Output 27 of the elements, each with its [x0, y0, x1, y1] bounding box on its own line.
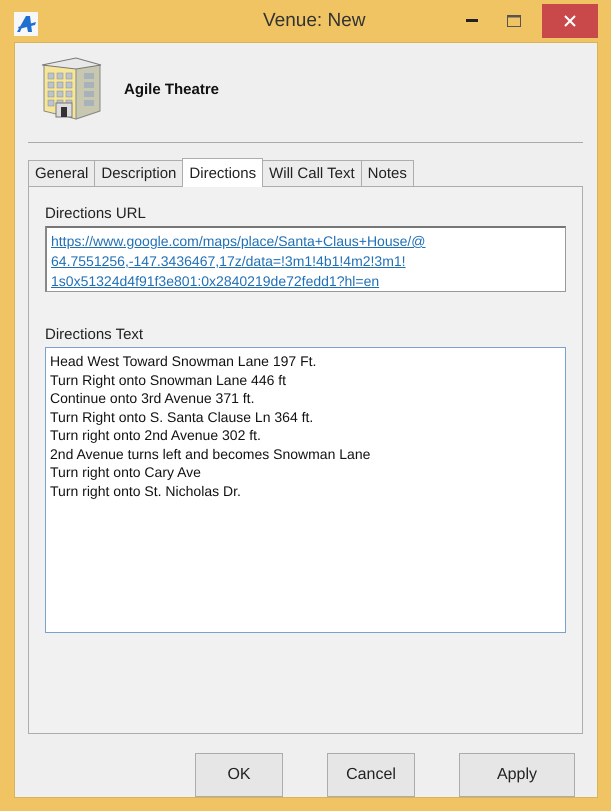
building-icon	[40, 55, 102, 121]
url-link[interactable]: https://www.google.com/maps/place/Santa+Claus+House/@ 64.7551256,-147.3436467,17z/data=!3m1!4b1!4m2!3m1! 1s0x51324d4f91f3e801:0x2840219de72fedd1?hl=en	[51, 231, 426, 291]
tab[interactable]: Directions	[182, 158, 264, 187]
app-logo-icon	[14, 12, 38, 36]
text-line: Turn Right onto Snowman Lane 446 ft	[50, 370, 288, 389]
field-label: Directions URL	[45, 205, 147, 222]
text-line: Turn right onto St. Nicholas Dr.	[50, 482, 242, 500]
url-field[interactable]: https://www.google.com/maps/place/Santa+Claus+House/@ 64.7551256,-147.3436467,17z/data=!3m1!4b1!4m2!3m1! 1s0x51324d4f91f3e801:0x2840219de72fedd1?hl=en	[45, 226, 566, 292]
directions-text-field[interactable]	[45, 347, 566, 633]
text-line: 2nd Avenue turns left and becomes Snowman Lane	[50, 444, 372, 463]
field-label: Directions Text	[45, 326, 144, 343]
tab[interactable]: Notes	[360, 160, 414, 186]
text-line: Head West Toward Snowman Lane 197 Ft.	[50, 352, 318, 370]
text-line: Turn right onto 2nd Avenue 302 ft.	[50, 426, 262, 444]
text-line: Continue onto 3rd Avenue 371 ft.	[50, 389, 256, 408]
cancel-button[interactable]: Cancel	[327, 753, 415, 797]
ok-button[interactable]: OK	[195, 753, 283, 797]
minimize-icon	[466, 19, 478, 23]
text-line: Turn right onto Cary Ave	[50, 463, 202, 482]
tab[interactable]: General	[28, 160, 96, 186]
maximize-icon	[507, 15, 521, 27]
window-title: Venue: New	[263, 10, 366, 32]
text-line: Turn Right onto S. Santa Clause Ln 364 ft.	[50, 408, 314, 426]
close-icon	[564, 15, 576, 27]
venue-name: Agile Theatre	[124, 81, 220, 98]
apply-button[interactable]: Apply	[459, 753, 575, 797]
close-button[interactable]	[542, 4, 598, 38]
